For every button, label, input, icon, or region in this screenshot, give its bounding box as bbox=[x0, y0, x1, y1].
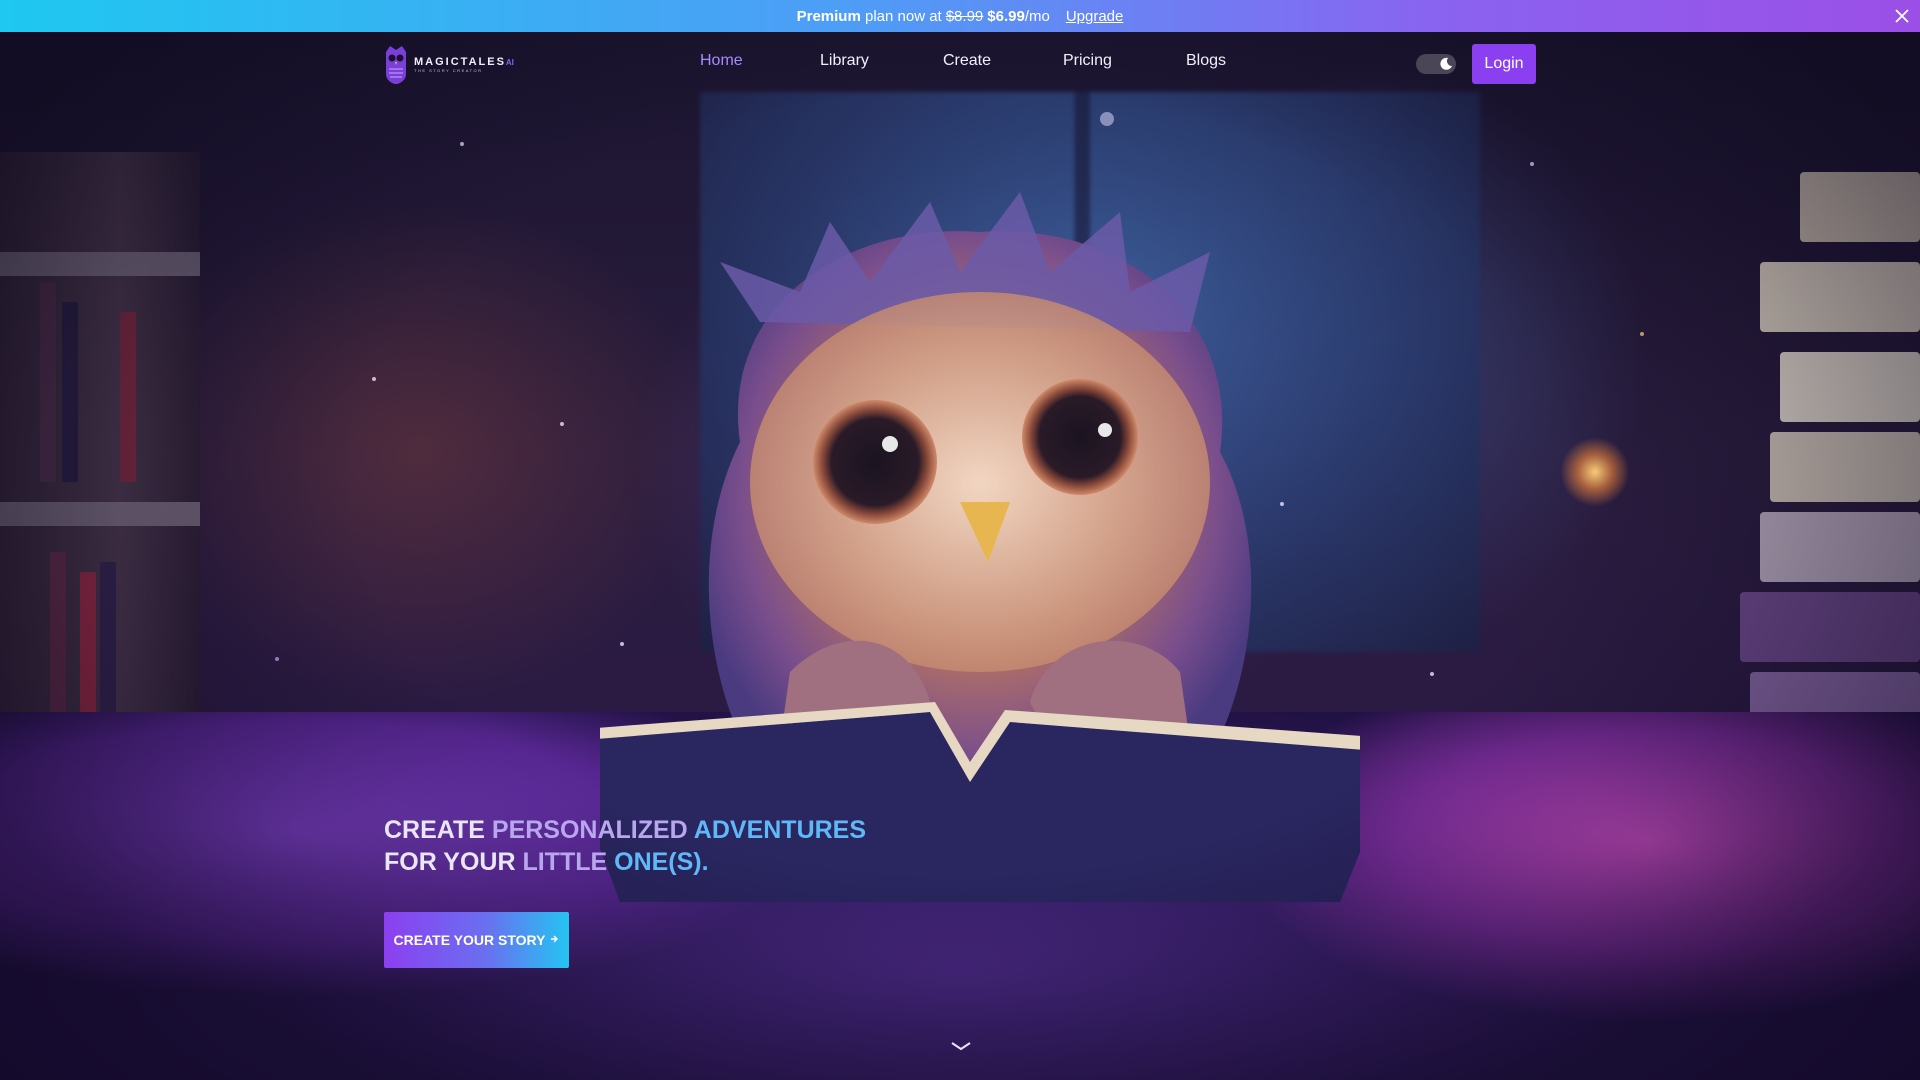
headline-word: ADVENTURES bbox=[693, 816, 867, 844]
site-logo[interactable]: MAGICTALESAI THE STORY CREATOR bbox=[384, 44, 514, 84]
headline-word: ONE(S). bbox=[614, 848, 709, 876]
hero-section: CREATE PERSONALIZED ADVENTURES FOR YOUR … bbox=[384, 814, 866, 968]
owl-logo-icon bbox=[386, 46, 406, 84]
banner-plan-name: Premium bbox=[796, 7, 861, 25]
headline-word: FOR YOUR bbox=[384, 848, 516, 876]
headline-word: LITTLE bbox=[522, 848, 608, 876]
nav-pricing[interactable]: Pricing bbox=[1063, 52, 1112, 70]
upgrade-link[interactable]: Upgrade bbox=[1066, 8, 1124, 25]
theme-toggle[interactable] bbox=[1416, 54, 1456, 74]
logo-name: MAGICTALES bbox=[414, 55, 506, 68]
hero-headline: CREATE PERSONALIZED ADVENTURES FOR YOUR … bbox=[384, 814, 866, 878]
moon-icon bbox=[1438, 56, 1454, 72]
logo-tagline: THE STORY CREATOR bbox=[414, 67, 483, 73]
background-lamp bbox=[1560, 437, 1630, 507]
headline-word: CREATE bbox=[384, 816, 485, 844]
logo-suffix: AI bbox=[505, 57, 514, 67]
nav-create[interactable]: Create bbox=[943, 52, 991, 70]
arrow-right-icon bbox=[549, 934, 559, 947]
close-icon[interactable] bbox=[1890, 4, 1914, 28]
banner-old-price: $8.99 bbox=[945, 7, 984, 25]
login-button[interactable]: Login bbox=[1472, 44, 1536, 84]
banner-period: /mo bbox=[1024, 7, 1050, 25]
hero-background-image bbox=[0, 32, 1920, 1080]
nav-blogs[interactable]: Blogs bbox=[1186, 52, 1226, 70]
cta-label: CREATE YOUR STORY bbox=[393, 932, 546, 948]
top-navbar: MAGICTALESAI THE STORY CREATOR Home Libr… bbox=[0, 32, 1920, 96]
headline-word: PERSONALIZED bbox=[491, 816, 688, 844]
background-bookshelf bbox=[0, 152, 200, 776]
nav-library[interactable]: Library bbox=[820, 52, 869, 70]
banner-text: plan now at bbox=[864, 7, 942, 25]
chevron-down-icon[interactable] bbox=[950, 1040, 972, 1054]
banner-new-price: $6.99 bbox=[987, 7, 1025, 25]
promo-banner: Premium plan now at $8.99 $6.99 /mo Upgr… bbox=[0, 0, 1920, 32]
create-story-button[interactable]: CREATE YOUR STORY bbox=[384, 912, 569, 968]
nav-home[interactable]: Home bbox=[700, 52, 743, 70]
